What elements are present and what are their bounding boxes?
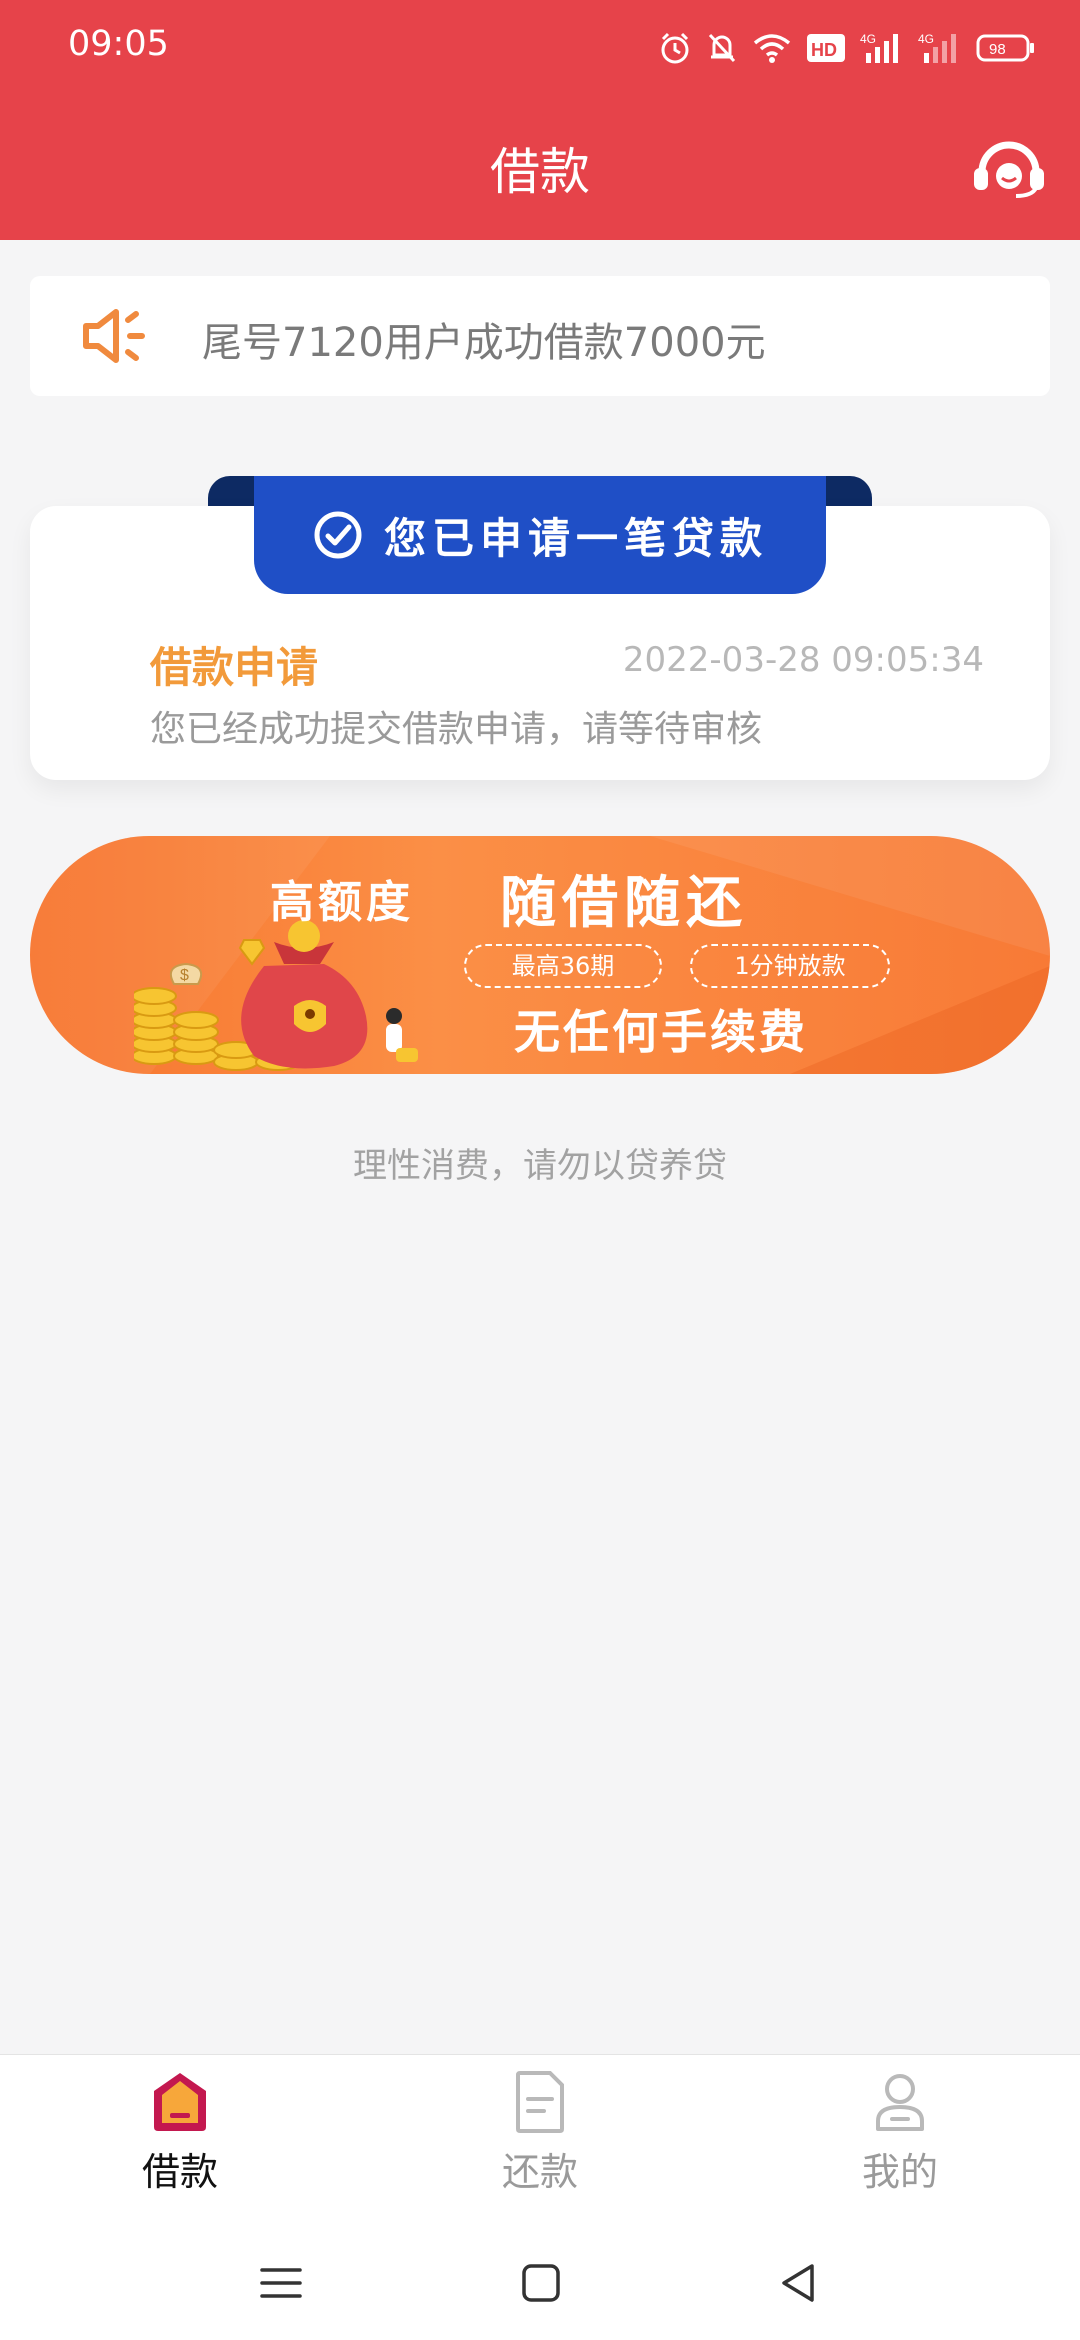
wifi-icon	[753, 34, 791, 63]
customer-service-icon[interactable]	[972, 138, 1046, 198]
svg-text:4G: 4G	[918, 32, 934, 46]
bottom-tab-bar: 借款 还款 我的	[0, 2054, 1080, 2225]
signal-icon: 4G	[860, 32, 898, 63]
page-title: 借款	[490, 143, 590, 201]
back-icon[interactable]	[774, 2258, 824, 2308]
card-timestamp: 2022-03-28 09:05:34	[622, 640, 984, 680]
ribbon-text: 您已申请一笔贷款	[383, 513, 768, 563]
user-icon	[876, 2074, 924, 2131]
battery-icon: 98	[976, 34, 1034, 62]
tab-repay[interactable]: 还款	[420, 2069, 660, 2219]
tab-label-borrow: 借款	[141, 2150, 218, 2194]
promo-banner[interactable]: $ 高额度 随借随还 最高36期 1分钟放款 无任何手续费	[30, 836, 1050, 1074]
responsible-borrowing-note: 理性消费，请勿以贷养贷	[353, 1146, 727, 1186]
banner-tagline: 无任何手续费	[514, 1005, 808, 1059]
status-time: 09:05	[68, 24, 169, 64]
signal-2-icon: 4G	[918, 32, 956, 63]
money-bag-illustration: $	[134, 920, 418, 1071]
card-description: 您已经成功提交借款申请，请等待审核	[150, 709, 763, 750]
alarm-icon	[661, 32, 689, 64]
tab-mine[interactable]: 我的	[780, 2069, 1020, 2219]
tab-borrow[interactable]: 借款	[60, 2069, 300, 2219]
notice-text: 尾号7120用户成功借款7000元	[202, 320, 766, 366]
mute-bell-icon	[708, 33, 736, 63]
card-title: 借款申请	[150, 643, 319, 692]
svg-text:$: $	[180, 967, 189, 984]
speaker-icon	[83, 309, 145, 363]
svg-text:98: 98	[989, 41, 1006, 58]
notice-bar: 尾号7120用户成功借款7000元	[30, 276, 1050, 396]
banner-pill-speed: 1分钟放款	[690, 944, 890, 988]
banner-pill-term: 最高36期	[464, 944, 662, 988]
document-icon	[516, 2071, 564, 2133]
home-icon	[154, 2073, 206, 2131]
banner-headline-right: 随借随还	[500, 871, 748, 936]
banner-headline-left: 高额度	[270, 877, 414, 928]
tab-label-repay: 还款	[501, 2150, 578, 2194]
system-nav-bar	[0, 2224, 1080, 2340]
application-ribbon: 您已申请一笔贷款	[254, 476, 826, 594]
svg-text:4G: 4G	[860, 32, 876, 46]
hd-icon: HD	[807, 34, 845, 62]
top-bar: 09:05 HD 4G 4G 98 借款	[0, 0, 1080, 240]
menu-icon[interactable]	[256, 2258, 306, 2308]
check-circle-icon	[314, 511, 362, 559]
tab-label-mine: 我的	[861, 2150, 938, 2194]
status-icons: HD 4G 4G 98	[658, 26, 1036, 70]
svg-text:HD: HD	[811, 40, 837, 60]
home-nav-icon[interactable]	[516, 2258, 566, 2308]
